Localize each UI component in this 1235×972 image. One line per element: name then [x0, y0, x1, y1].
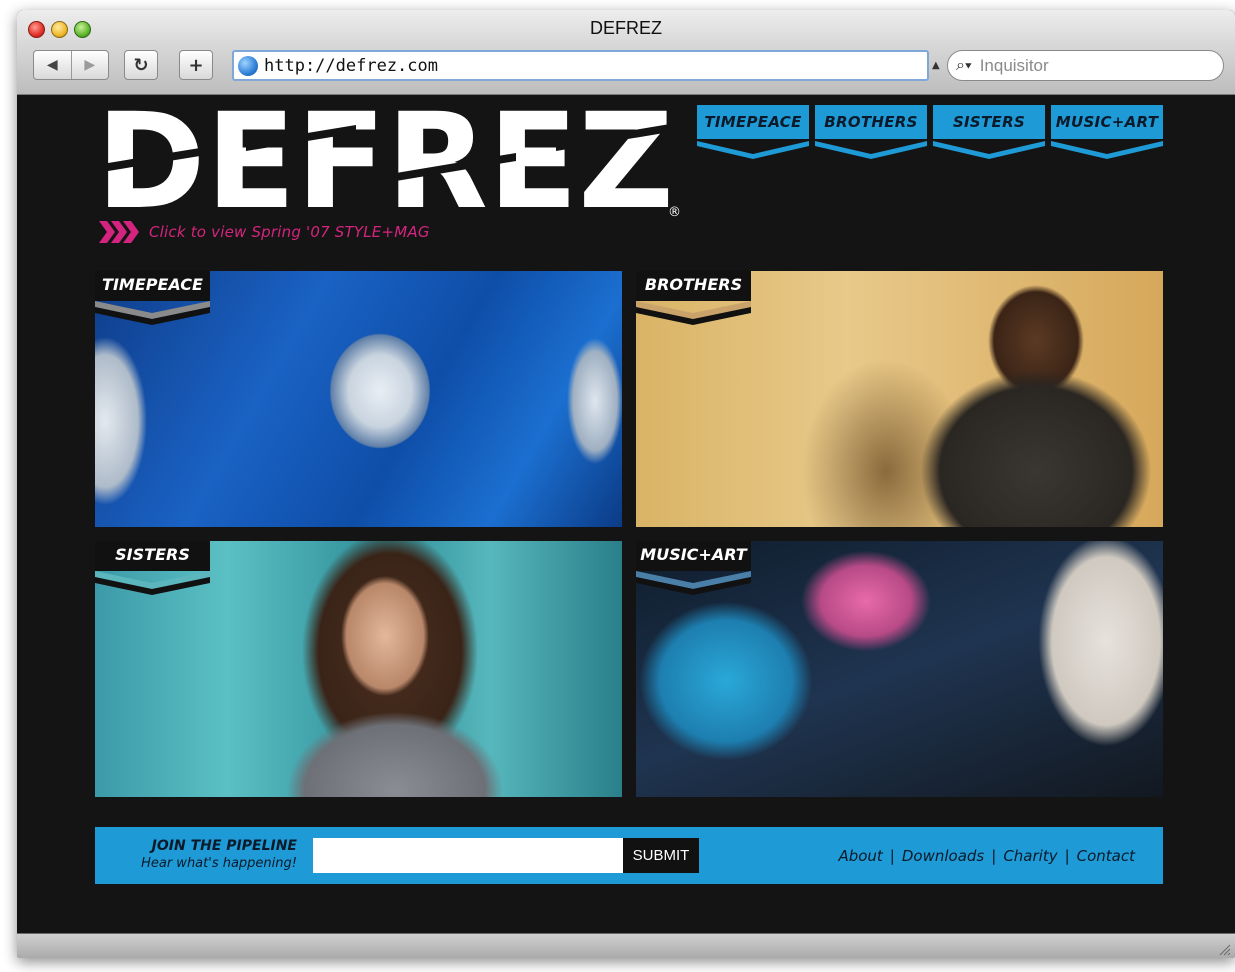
- panel-music-art[interactable]: MUSIC+ART: [636, 541, 1163, 797]
- defrez-logo[interactable]: DEFREZ: [96, 103, 676, 215]
- forward-button[interactable]: ▶: [70, 51, 109, 79]
- join-subheading: Hear what's happening!: [141, 856, 297, 871]
- newsletter-bar: JOIN THE PIPELINE Hear what's happening!…: [95, 827, 1163, 884]
- reload-button[interactable]: ↻: [124, 50, 158, 80]
- contact-link[interactable]: Contact: [1077, 847, 1135, 865]
- nav-timepeace[interactable]: TIMEPEACE: [697, 105, 809, 163]
- reload-icon: ↻: [133, 54, 149, 76]
- style-mag-link[interactable]: Click to view Spring '07 STYLE+MAG: [99, 221, 430, 243]
- panel-label: SISTERS: [115, 545, 190, 564]
- forward-arrow-icon: ▶: [84, 57, 96, 73]
- link-separator: |: [991, 847, 997, 865]
- back-arrow-icon: ◀: [46, 57, 58, 73]
- footer-links: About | Downloads | Charity | Contact: [838, 847, 1135, 865]
- join-heading: JOIN THE PIPELINE: [151, 838, 297, 854]
- browser-toolbar: DEFREZ ◀ ▶ ↻ + http://defrez.com ▲ ⌕▾ In…: [17, 10, 1235, 95]
- chevron-right-icon: [99, 221, 139, 243]
- back-forward-buttons: ◀ ▶: [33, 50, 109, 80]
- link-separator: |: [1064, 847, 1070, 865]
- nav-brothers[interactable]: BROTHERS: [815, 105, 927, 163]
- panel-brothers[interactable]: BROTHERS: [636, 271, 1163, 527]
- panel-timepeace[interactable]: TIMEPEACE: [95, 271, 622, 527]
- link-separator: |: [889, 847, 895, 865]
- url-dropdown-icon[interactable]: ▲: [932, 60, 940, 71]
- add-bookmark-button[interactable]: +: [179, 50, 213, 80]
- downloads-link[interactable]: Downloads: [902, 847, 984, 865]
- status-bar: [17, 933, 1235, 958]
- url-text: http://defrez.com: [264, 55, 438, 76]
- search-placeholder: Inquisitor: [979, 55, 1049, 75]
- browser-window: DEFREZ ◀ ▶ ↻ + http://defrez.com ▲ ⌕▾ In…: [17, 10, 1235, 958]
- about-link[interactable]: About: [838, 847, 882, 865]
- back-button[interactable]: ◀: [34, 51, 71, 79]
- panel-label: TIMEPEACE: [102, 275, 203, 294]
- nav-label: SISTERS: [933, 105, 1045, 139]
- panel-sisters[interactable]: SISTERS: [95, 541, 622, 797]
- web-page: DEFREZ ® Click to view Spring '07 STYLE+…: [17, 95, 1235, 933]
- nav-sisters[interactable]: SISTERS: [933, 105, 1045, 163]
- nav-label: TIMEPEACE: [697, 105, 809, 139]
- nav-label: BROTHERS: [815, 105, 927, 139]
- nav-chevron-icon: [815, 141, 927, 159]
- nav-chevron-icon: [933, 141, 1045, 159]
- window-title: DEFREZ: [590, 18, 662, 38]
- search-field[interactable]: ⌕▾ Inquisitor: [947, 50, 1224, 81]
- newsletter-email-input[interactable]: [313, 838, 623, 873]
- nav-chevron-icon: [1051, 141, 1163, 159]
- join-text: JOIN THE PIPELINE Hear what's happening!: [95, 838, 297, 872]
- search-icon: ⌕▾: [956, 56, 972, 74]
- nav-chevron-icon: [697, 141, 809, 159]
- charity-link[interactable]: Charity: [1003, 847, 1057, 865]
- nav-label: MUSIC+ART: [1051, 105, 1163, 139]
- style-mag-text: Click to view Spring '07 STYLE+MAG: [149, 223, 430, 241]
- panel-label: MUSIC+ART: [640, 545, 747, 564]
- plus-icon: +: [188, 54, 204, 76]
- resize-grip-icon[interactable]: [1217, 942, 1231, 956]
- submit-button[interactable]: SUBMIT: [623, 838, 699, 873]
- logo-text: DEFREZ: [96, 103, 674, 215]
- address-bar[interactable]: http://defrez.com: [232, 50, 929, 81]
- panel-label: BROTHERS: [644, 275, 743, 294]
- registered-mark: ®: [668, 205, 681, 220]
- nav-music-art[interactable]: MUSIC+ART: [1051, 105, 1163, 163]
- globe-icon: [238, 55, 258, 76]
